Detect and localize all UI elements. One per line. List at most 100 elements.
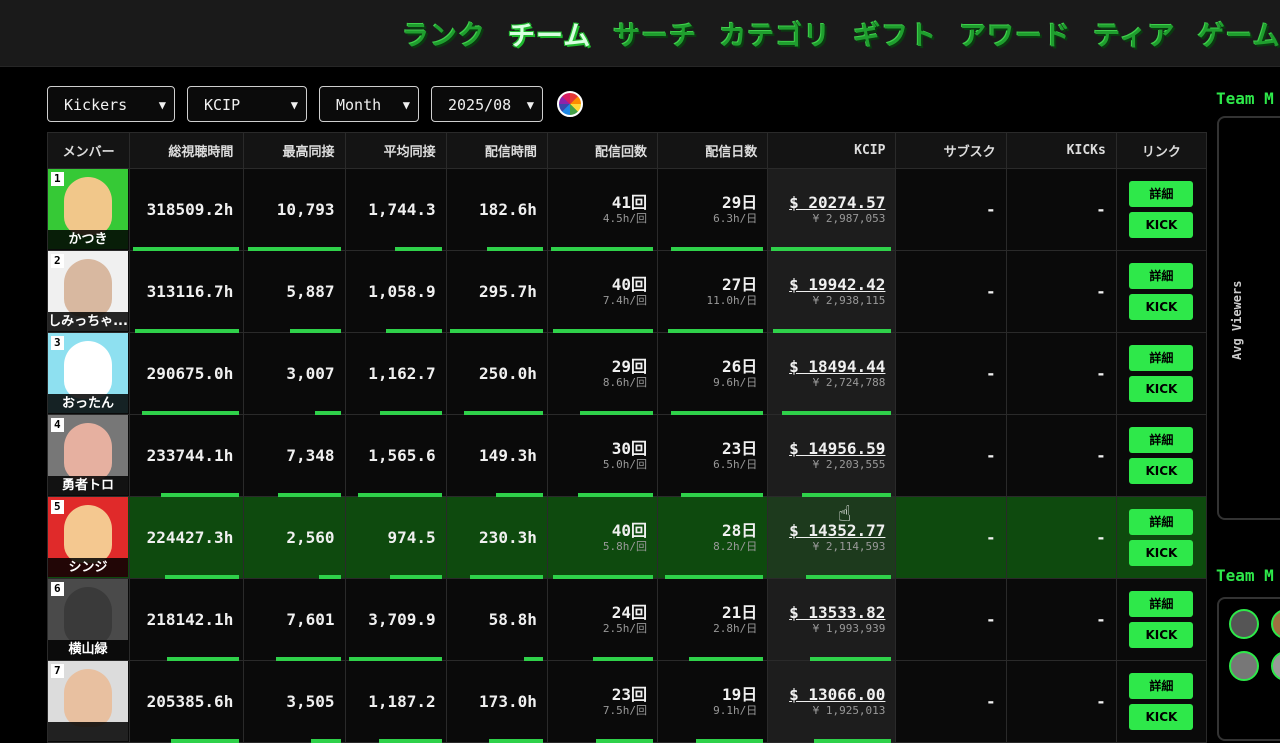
table-row[interactable]: 4 勇者トロ 233744.1h 7,348 1,565.6 149.3h 30回 5.0h/… [46, 414, 1208, 497]
member-avatar[interactable] [1271, 609, 1280, 639]
stream-days-sub: 8.2h/日 [713, 540, 758, 553]
member-avatar[interactable] [1271, 651, 1280, 681]
kick-button[interactable]: KICK [1129, 540, 1194, 566]
table-row[interactable]: 6 横山緑 218142.1h 7,601 3,709.9 58.8h 24回 2.5h/回 2… [46, 578, 1208, 661]
period-select[interactable]: Month ▼ [319, 86, 419, 122]
axis-label: Avg Viewers [1230, 280, 1244, 360]
total-watch-value: 313116.7h [146, 282, 234, 301]
metric-bar [310, 739, 341, 743]
column-header[interactable]: 配信日数 [657, 132, 769, 169]
team-select[interactable]: Kickers ▼ [47, 86, 175, 122]
kicks-value: - [1096, 610, 1106, 629]
nav-item[interactable]: カテゴリ [719, 14, 831, 53]
detail-button[interactable]: 詳細 [1129, 345, 1194, 371]
nav-item[interactable]: ギフト [853, 14, 937, 53]
column-header[interactable]: 総視聴時間 [129, 132, 245, 169]
column-header[interactable]: 平均同接 [344, 132, 447, 169]
chevron-down-icon: ▼ [402, 98, 410, 112]
kcip-usd-link[interactable]: $ 18494.44 [778, 358, 885, 376]
column-header[interactable]: 最高同接 [243, 132, 346, 169]
peak-viewers-value: 3,505 [286, 692, 335, 711]
member-name: 横山緑 [48, 640, 128, 659]
links-cell: 詳細 KICK [1115, 660, 1208, 743]
nav-item[interactable]: ゲーム [1198, 14, 1280, 53]
avatar-face [64, 505, 112, 563]
table-row[interactable]: 3 おったん 290675.0h 3,007 1,162.7 250.0h 29回 8.6h/… [46, 332, 1208, 415]
kick-button[interactable]: KICK [1129, 458, 1194, 484]
avatar[interactable]: 7 [48, 661, 128, 741]
member-avatar[interactable] [1229, 609, 1259, 639]
avatar[interactable]: 3 おったん [48, 333, 128, 413]
detail-button[interactable]: 詳細 [1129, 263, 1194, 289]
detail-button[interactable]: 詳細 [1129, 673, 1194, 699]
avatar[interactable]: 1 かつき [48, 169, 128, 249]
kcip-usd-link[interactable]: $ 14956.59 [778, 440, 885, 458]
kick-button[interactable]: KICK [1129, 212, 1194, 238]
column-header[interactable]: サブスク [895, 132, 1007, 169]
kcip-usd-link[interactable]: $ 19942.42 [778, 276, 885, 294]
detail-button[interactable]: 詳細 [1129, 591, 1194, 617]
color-wheel-icon[interactable] [557, 91, 583, 117]
filter-bar: Kickers ▼ KCIP ▼ Month ▼ 2025/08 ▼ [47, 86, 583, 122]
column-header[interactable]: 配信時間 [445, 132, 548, 169]
metric-bar [814, 739, 892, 743]
kcip-cell: $ 13066.00 ¥ 1,925,013 [767, 660, 897, 743]
kick-button[interactable]: KICK [1129, 704, 1194, 730]
chevron-down-icon: ▼ [158, 98, 166, 112]
stream-days-value: 28日 [721, 521, 758, 540]
column-header[interactable]: 配信回数 [546, 132, 659, 169]
subs-cell: - [895, 578, 1007, 661]
nav-item[interactable]: ランク [402, 14, 486, 53]
date-select[interactable]: 2025/08 ▼ [431, 86, 543, 122]
kick-button[interactable]: KICK [1129, 294, 1194, 320]
table-row[interactable]: 1 かつき 318509.2h 10,793 1,744.3 182.6h 41回 4.5h/… [46, 168, 1208, 251]
column-header[interactable]: リンク [1115, 132, 1208, 169]
nav-item[interactable]: アワード [959, 14, 1071, 53]
avatar[interactable]: 5 シンジ [48, 497, 128, 577]
kcip-usd-link[interactable]: $ 13533.82 [778, 604, 885, 622]
kick-button[interactable]: KICK [1129, 376, 1194, 402]
nav-item[interactable]: チーム [508, 14, 591, 53]
stream-days-value: 21日 [721, 603, 758, 622]
detail-button[interactable]: 詳細 [1129, 181, 1194, 207]
table-row[interactable]: 7 205385.6h 3,505 1,187.2 173.0h 23回 7.5h/回 19日… [46, 660, 1208, 743]
kcip-usd-link[interactable]: $ 20274.57 [778, 194, 885, 212]
stream-days-cell: 29日 6.3h/日 [657, 168, 769, 251]
avatar[interactable]: 2 しみっちゃ... [48, 251, 128, 331]
member-avatar[interactable] [1229, 651, 1259, 681]
member-name [48, 722, 128, 741]
peak-viewers-value: 10,793 [276, 200, 335, 219]
stream-count-sub: 5.8h/回 [602, 540, 648, 553]
table-row[interactable]: 5 シンジ 224427.3h 2,560 974.5 230.3h 40回 5.8h/回 28… [46, 496, 1208, 579]
nav-item[interactable]: ティア [1093, 14, 1175, 53]
stream-days-sub: 6.3h/日 [713, 212, 758, 225]
stream-time-cell: 173.0h [445, 660, 548, 743]
stream-time-cell: 230.3h [445, 496, 548, 579]
subs-cell: - [895, 414, 1007, 497]
stream-days-value: 27日 [721, 275, 758, 294]
avatar[interactable]: 4 勇者トロ [48, 415, 128, 495]
kcip-usd-link[interactable]: $ 13066.00 [778, 686, 885, 704]
avg-viewers-cell: 1,162.7 [344, 332, 447, 415]
avatar-face [64, 587, 112, 645]
kick-button[interactable]: KICK [1129, 622, 1194, 648]
kcip-cell: $ 14352.77 ¥ 2,114,593 [767, 496, 897, 579]
kcip-usd-link[interactable]: $ 14352.77 [778, 522, 885, 540]
subs-cell: - [895, 168, 1007, 251]
detail-button[interactable]: 詳細 [1129, 427, 1194, 453]
peak-viewers-cell: 3,007 [243, 332, 346, 415]
detail-button[interactable]: 詳細 [1129, 509, 1194, 535]
table-row[interactable]: 2 しみっちゃ... 313116.7h 5,887 1,058.9 295.7h 40回 7… [46, 250, 1208, 333]
avatar[interactable]: 6 横山緑 [48, 579, 128, 659]
stream-time-cell: 58.8h [445, 578, 548, 661]
nav-item[interactable]: サーチ [613, 14, 697, 53]
rank-badge: 4 [51, 418, 64, 432]
column-header[interactable]: KCIP [767, 132, 897, 169]
member-cell: 1 かつき [46, 168, 131, 251]
links-cell: 詳細 KICK [1115, 414, 1208, 497]
metric-select[interactable]: KCIP ▼ [187, 86, 307, 122]
column-header[interactable]: KICKs [1005, 132, 1117, 169]
stream-count-sub: 8.6h/回 [602, 376, 648, 389]
column-header[interactable]: メンバー [46, 132, 131, 169]
kcip-jpy: ¥ 1,993,939 [812, 622, 886, 635]
